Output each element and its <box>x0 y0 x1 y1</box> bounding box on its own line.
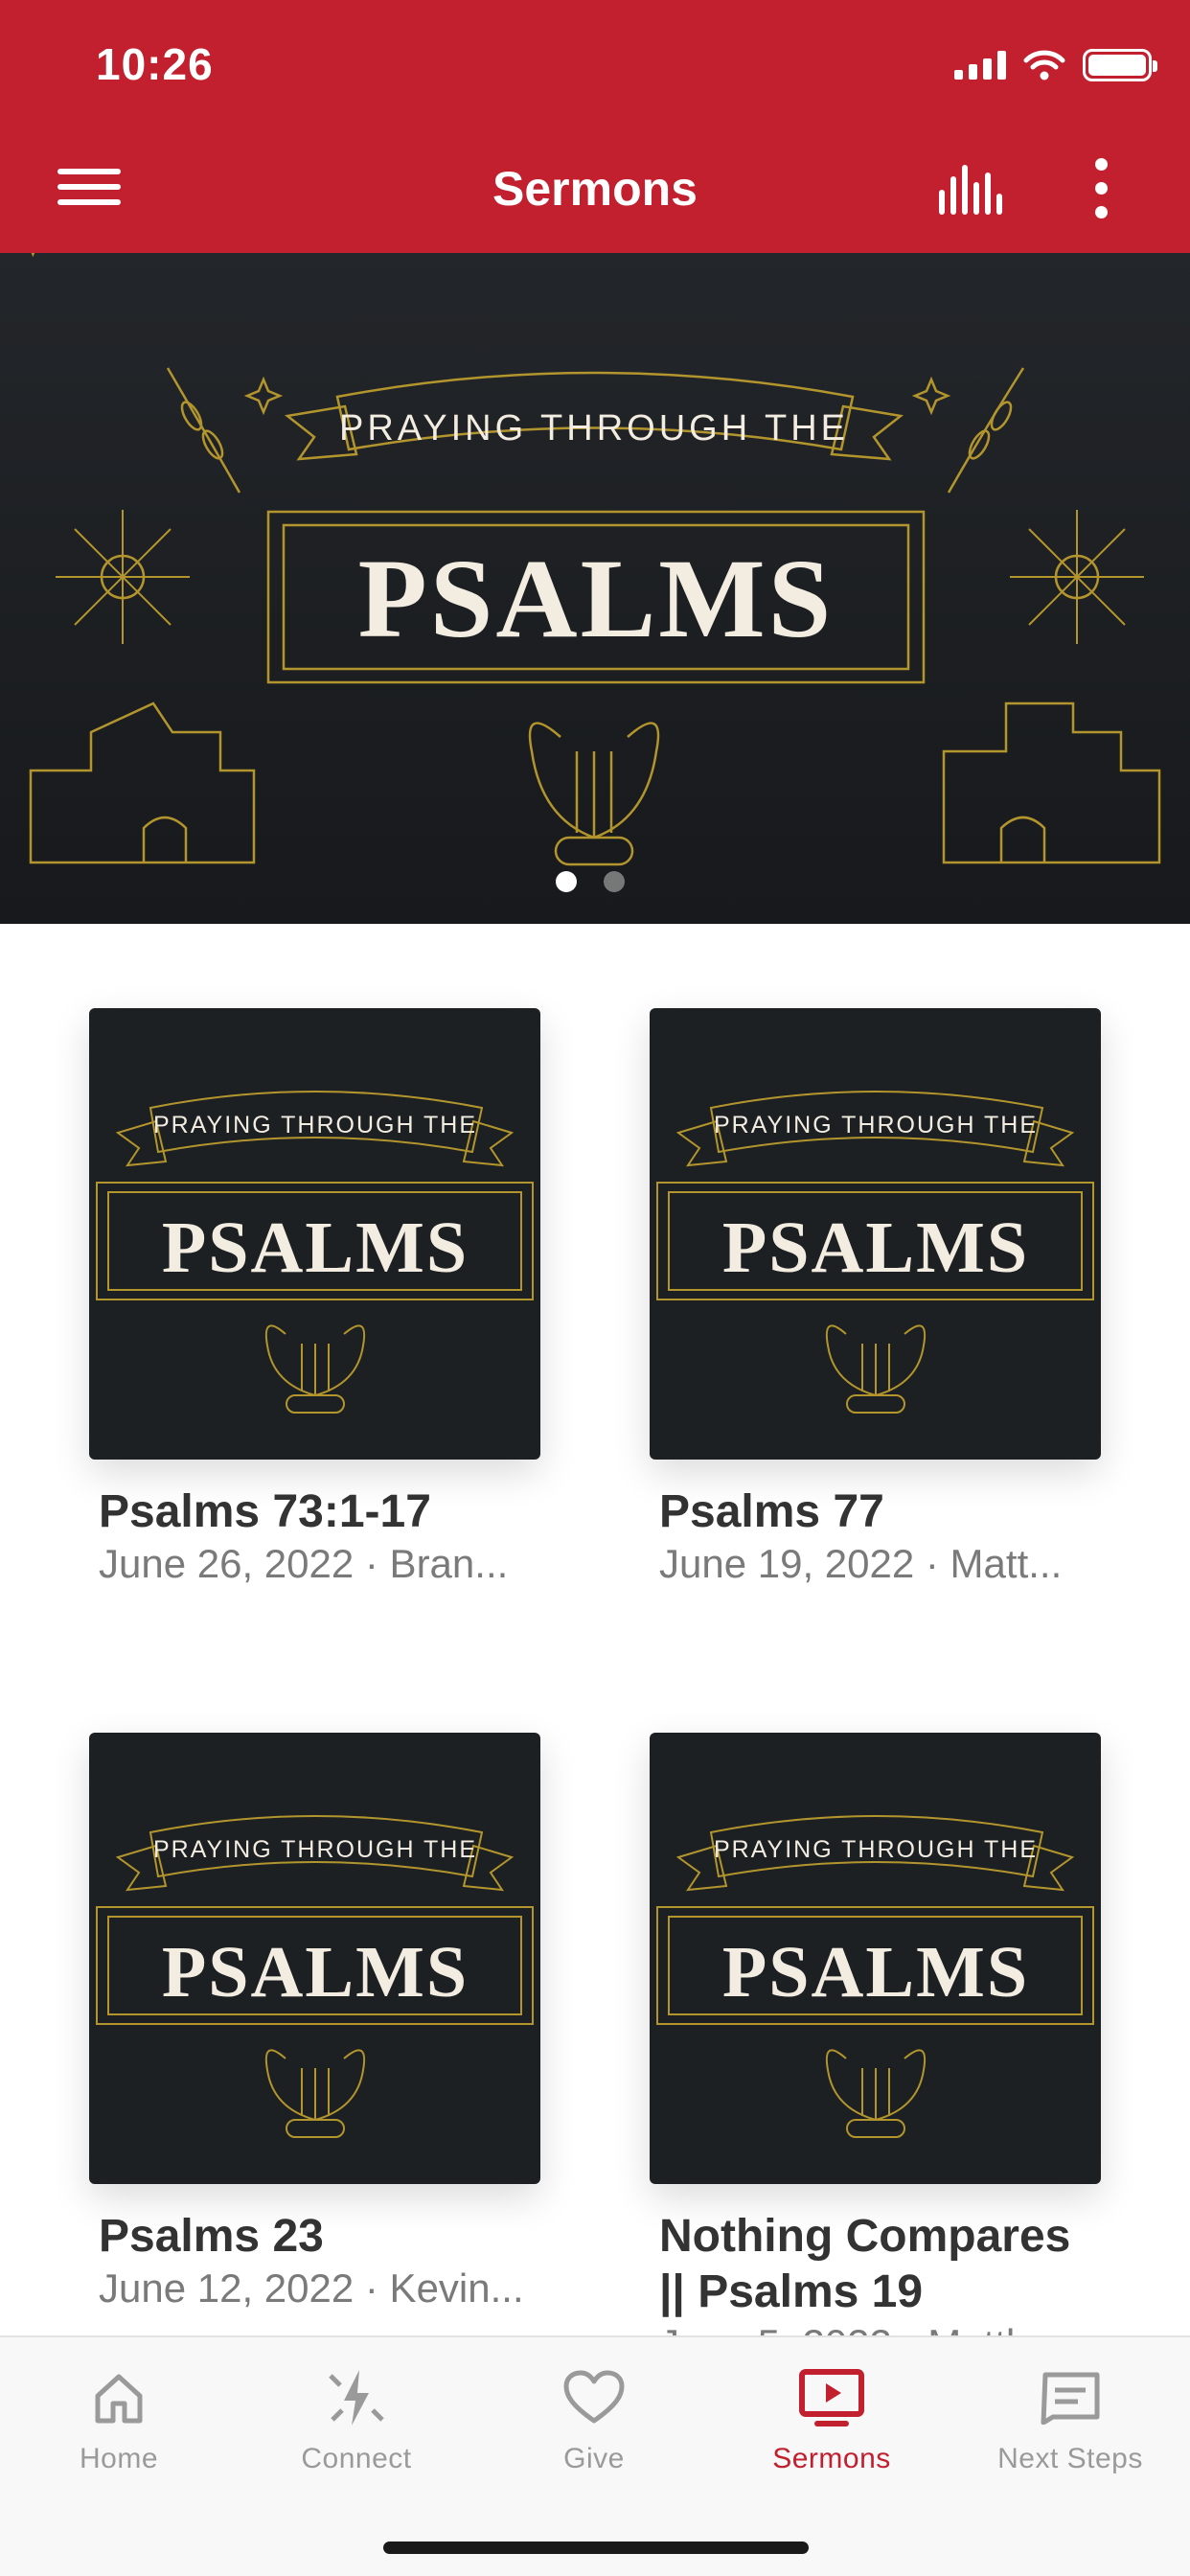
sermon-thumbnail[interactable]: PRAYING THROUGH THE PSALMS <box>89 1733 540 2184</box>
home-indicator <box>383 2542 809 2554</box>
tab-sermons-label: Sermons <box>772 2443 891 2474</box>
connect-icon <box>329 2370 384 2426</box>
sermon-thumbnail[interactable]: PRAYING THROUGH THE PSALMS <box>650 1733 1101 2184</box>
carousel-dot-2[interactable] <box>604 871 625 892</box>
tab-connect[interactable]: Connect <box>238 2358 475 2475</box>
heart-icon <box>563 2370 625 2424</box>
tab-next-steps[interactable]: Next Steps <box>950 2358 1190 2475</box>
sermon-thumbnail[interactable]: PRAYING THROUGH THE PSALMS <box>89 1008 540 1460</box>
tab-give[interactable]: Give <box>475 2358 713 2475</box>
status-icons <box>954 46 1157 84</box>
audio-bars-button[interactable] <box>939 165 1006 215</box>
sermon-title: Nothing Compares || Psalms 19 <box>659 2211 1071 2317</box>
sermon-card[interactable]: PRAYING THROUGH THE PSALMS Nothing Compa… <box>650 1733 1101 2368</box>
hero-carousel[interactable]: PRAYING THROUGH THE PSALMS <box>0 253 1190 924</box>
artwork-banner-main: PSALMS <box>162 1208 469 1288</box>
play-screen-icon <box>799 2369 864 2426</box>
tab-connect-label: Connect <box>301 2443 412 2474</box>
sermon-card[interactable]: PRAYING THROUGH THE PSALMS Psalms 23 Jun… <box>89 1733 540 2312</box>
artwork-banner-top: PRAYING THROUGH THE <box>153 1112 477 1138</box>
sermon-title: Psalms 77 <box>659 1486 884 1537</box>
more-options-button[interactable] <box>1087 158 1116 219</box>
hero-banner-top: PRAYING THROUGH THE <box>339 408 849 448</box>
tab-next-steps-label: Next Steps <box>997 2443 1143 2474</box>
artwork-banner-top: PRAYING THROUGH THE <box>714 1836 1038 1863</box>
sermon-artwork: PRAYING THROUGH THE PSALMS <box>656 1091 1094 1414</box>
sermon-card[interactable]: PRAYING THROUGH THE PSALMS Psalms 77 Jun… <box>650 1008 1101 1588</box>
tab-sermons[interactable]: Sermons <box>713 2358 950 2475</box>
tab-home[interactable]: Home <box>0 2358 238 2475</box>
page-title: Sermons <box>492 162 698 216</box>
hero-banner-main: PSALMS <box>358 536 835 661</box>
carousel-dots <box>556 871 625 892</box>
sermon-artwork: PRAYING THROUGH THE PSALMS <box>96 1091 534 1414</box>
artwork-banner-main: PSALMS <box>722 1932 1029 2012</box>
top-bar: 10:26 Sermons <box>0 0 1190 253</box>
signal-icon <box>954 51 1006 80</box>
sermon-meta: June 19, 2022 · Matt... <box>659 1541 1063 1586</box>
sermon-title: Psalms 73:1-17 <box>99 1486 431 1537</box>
tab-give-label: Give <box>563 2443 625 2474</box>
sermon-title: Psalms 23 <box>99 2211 324 2262</box>
message-icon <box>1041 2372 1100 2425</box>
artwork-banner-main: PSALMS <box>162 1932 469 2012</box>
artwork-banner-top: PRAYING THROUGH THE <box>153 1836 477 1863</box>
tab-bar: Home Connect Give Sermons Next Steps <box>0 2335 1190 2576</box>
sermon-thumbnail[interactable]: PRAYING THROUGH THE PSALMS <box>650 1008 1101 1460</box>
sermon-artwork: PRAYING THROUGH THE PSALMS <box>96 1815 534 2138</box>
home-icon <box>95 2374 143 2424</box>
sermon-meta: June 26, 2022 · Bran... <box>99 1541 509 1586</box>
status-time: 10:26 <box>96 39 214 89</box>
sermon-card[interactable]: PRAYING THROUGH THE PSALMS Psalms 73:1-1… <box>89 1008 540 1588</box>
sermon-artwork: PRAYING THROUGH THE PSALMS <box>656 1815 1094 2138</box>
wifi-icon <box>1023 50 1065 80</box>
tab-home-label: Home <box>79 2443 159 2474</box>
hero-artwork: PRAYING THROUGH THE PSALMS <box>29 253 1161 866</box>
battery-icon <box>1083 49 1157 81</box>
sermon-meta: June 12, 2022 · Kevin... <box>99 2266 524 2311</box>
carousel-dot-1[interactable] <box>556 871 577 892</box>
artwork-banner-main: PSALMS <box>722 1208 1029 1288</box>
artwork-banner-top: PRAYING THROUGH THE <box>714 1112 1038 1138</box>
